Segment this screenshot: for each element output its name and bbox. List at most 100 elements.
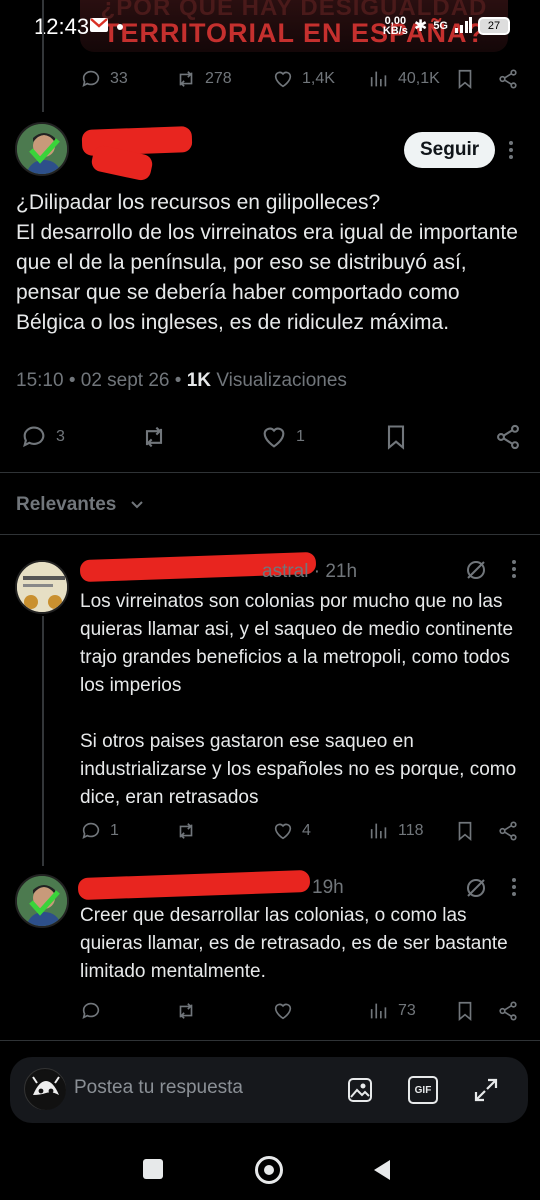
reply-button[interactable]: 3 xyxy=(20,423,65,451)
more-options-icon[interactable] xyxy=(511,878,517,901)
like-button[interactable] xyxy=(272,1000,294,1022)
views-count: 73 xyxy=(398,1002,416,1019)
redacted-username xyxy=(77,869,311,901)
recents-button[interactable] xyxy=(143,1159,163,1179)
bookmark-button[interactable] xyxy=(382,423,410,451)
share-button[interactable] xyxy=(497,820,519,842)
reply-button[interactable]: 33 xyxy=(80,68,128,90)
share-icon xyxy=(499,1001,517,1021)
avatar xyxy=(24,1068,66,1110)
gmail-icon xyxy=(90,17,108,33)
post-text: ¿Dilipadar los recursos en gilipolleces?… xyxy=(16,191,518,334)
divider xyxy=(0,472,540,473)
home-button[interactable] xyxy=(255,1156,283,1184)
battery-icon: 27 xyxy=(478,17,510,35)
views-count: 40,1K xyxy=(398,70,440,87)
notification-dot-icon xyxy=(117,24,123,30)
share-button[interactable] xyxy=(497,68,519,90)
reply-handle-time: astral · 21h xyxy=(262,561,358,582)
network-type: 5G xyxy=(433,20,448,32)
bookmark-icon xyxy=(387,425,405,450)
avatar[interactable] xyxy=(15,122,69,176)
status-bar: ¿POR QUÉ HAY DESIGUALDAD TERRITORIAL EN … xyxy=(0,0,540,56)
more-options-icon[interactable] xyxy=(507,140,515,165)
reply-count: 33 xyxy=(110,70,128,87)
bookmark-icon xyxy=(458,1001,472,1022)
views-button[interactable]: 118 xyxy=(368,820,424,842)
post-date: 02 sept 26 xyxy=(80,370,170,391)
thread-line xyxy=(42,0,44,112)
bookmark-icon xyxy=(458,69,472,90)
thread-line xyxy=(42,616,44,866)
gif-icon[interactable]: GIF xyxy=(408,1076,438,1104)
reply-composer[interactable]: Postea tu respuesta GIF xyxy=(10,1057,528,1123)
net-speed: 0,00 KB/s xyxy=(382,16,408,37)
retweet-icon xyxy=(179,1003,193,1019)
system-nav-bar xyxy=(0,1140,540,1200)
post-time: 15:10 xyxy=(16,370,64,391)
expand-icon[interactable] xyxy=(472,1076,500,1109)
reply-handle: astral xyxy=(262,561,309,582)
views-button[interactable]: 73 xyxy=(368,1000,416,1022)
reply-icon xyxy=(82,70,100,87)
back-button[interactable] xyxy=(372,1158,392,1187)
reply-icon xyxy=(23,426,45,448)
like-count: 1,4K xyxy=(302,70,335,87)
bluetooth-icon: ✱ xyxy=(413,18,428,35)
share-button[interactable] xyxy=(494,423,522,451)
retweet-icon xyxy=(145,426,163,448)
reply-button[interactable]: 1 xyxy=(80,820,119,842)
retweet-button[interactable] xyxy=(175,820,197,842)
bookmark-button[interactable] xyxy=(454,68,476,90)
avatar[interactable] xyxy=(15,560,69,614)
like-button[interactable]: 1,4K xyxy=(272,68,335,90)
retweet-icon xyxy=(179,71,193,87)
grok-icon[interactable] xyxy=(464,876,488,905)
image-icon[interactable] xyxy=(346,1076,374,1109)
views-icon xyxy=(370,71,387,87)
views-label[interactable]: Visualizaciones xyxy=(216,370,347,391)
like-count: 1 xyxy=(296,428,305,445)
sort-selector[interactable]: Relevantes xyxy=(16,494,144,516)
retweet-button[interactable] xyxy=(140,423,168,451)
reply-time: 21h xyxy=(325,561,358,582)
like-button[interactable]: 4 xyxy=(272,820,311,842)
views-icon xyxy=(370,823,387,839)
more-options-icon[interactable] xyxy=(511,560,517,583)
bookmark-icon xyxy=(458,821,472,842)
views-count: 1K xyxy=(186,370,212,391)
avatar[interactable] xyxy=(15,874,69,928)
net-speed-unit: KB/s xyxy=(382,25,408,37)
reply-text: Creer que desarrollar las colonias, o co… xyxy=(80,905,508,982)
share-icon xyxy=(497,424,519,450)
heart-icon xyxy=(274,1003,292,1020)
reply-time: 19h xyxy=(312,877,344,898)
reply-icon xyxy=(82,822,100,839)
reply-count: 3 xyxy=(56,428,65,445)
views-button[interactable]: 40,1K xyxy=(368,68,440,90)
retweet-icon xyxy=(179,823,193,839)
like-button[interactable]: 1 xyxy=(260,423,305,451)
retweet-button[interactable]: 278 xyxy=(175,68,232,90)
reply-text: Los virreinatos son colonias por mucho q… xyxy=(80,591,517,808)
reply-icon xyxy=(82,1002,100,1019)
chevron-down-icon xyxy=(130,501,143,509)
retweet-button[interactable] xyxy=(175,1000,197,1022)
grok-icon[interactable] xyxy=(464,558,488,587)
bookmark-button[interactable] xyxy=(454,1000,476,1022)
share-button[interactable] xyxy=(497,1000,519,1022)
views-count: 118 xyxy=(398,822,424,839)
follow-button[interactable]: Seguir xyxy=(404,132,496,168)
post-meta: 15:10 • 02 sept 26 • 1K Visualizaciones xyxy=(16,370,347,391)
views-icon xyxy=(370,1003,387,1019)
heart-icon xyxy=(274,71,292,88)
retweet-count: 278 xyxy=(205,70,232,87)
reply-button[interactable] xyxy=(80,1000,102,1022)
reply-input[interactable]: Postea tu respuesta xyxy=(74,1077,243,1099)
heart-icon xyxy=(263,427,285,448)
signal-icon xyxy=(454,16,472,36)
like-count: 4 xyxy=(302,822,311,839)
divider xyxy=(0,534,540,535)
bookmark-button[interactable] xyxy=(454,820,476,842)
reply-count: 1 xyxy=(110,822,119,839)
